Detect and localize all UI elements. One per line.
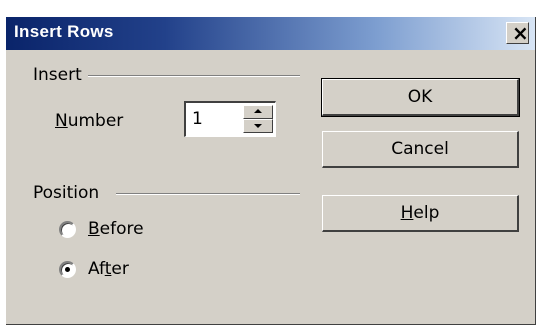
radio-selected-dot xyxy=(65,267,70,272)
radio-after-label[interactable]: After xyxy=(88,259,129,279)
number-stepper[interactable]: 1 xyxy=(184,101,276,137)
number-value[interactable]: 1 xyxy=(192,109,203,129)
radio-before-circle[interactable] xyxy=(59,221,76,238)
close-icon: × xyxy=(512,21,529,45)
radio-before-label[interactable]: Before xyxy=(88,219,144,239)
ok-button[interactable]: OK xyxy=(321,78,520,117)
spin-up-icon xyxy=(254,109,262,113)
help-button[interactable]: Help xyxy=(322,195,519,232)
position-group-divider xyxy=(116,193,300,195)
number-label: Number xyxy=(55,111,124,131)
dialog-title: Insert Rows xyxy=(14,22,114,41)
insert-rows-dialog: Insert Rows × Insert Number 1 Position B… xyxy=(6,17,536,325)
spin-down-button[interactable] xyxy=(243,119,273,133)
radio-after-circle[interactable] xyxy=(59,261,76,278)
spin-down-icon xyxy=(254,124,262,128)
position-group-label: Position xyxy=(33,183,100,203)
close-button[interactable]: × xyxy=(506,21,529,45)
cancel-button[interactable]: Cancel xyxy=(322,131,519,168)
insert-group-divider xyxy=(88,75,300,77)
spin-up-button[interactable] xyxy=(243,105,273,119)
insert-group-label: Insert xyxy=(33,65,82,85)
title-bar: Insert Rows × xyxy=(6,17,535,50)
